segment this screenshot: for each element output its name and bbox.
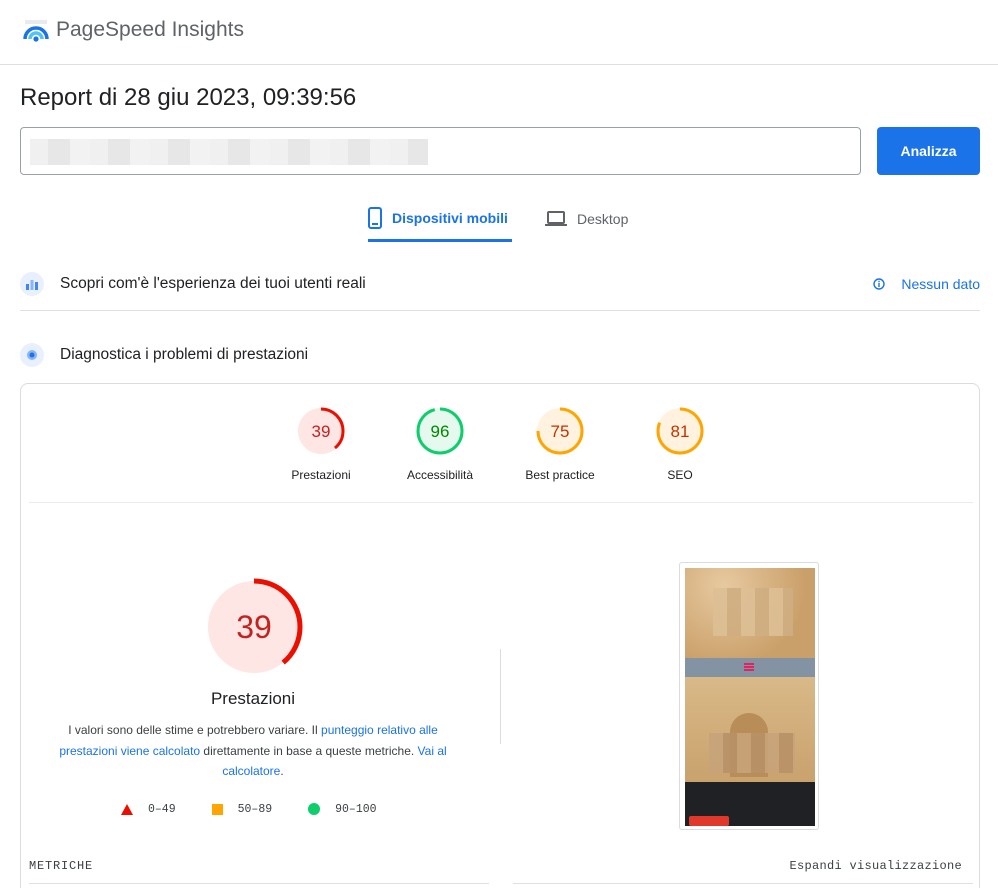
users-chart-icon <box>20 271 44 296</box>
screenshot-cookie-button <box>689 816 729 826</box>
legend-pass-label: 90–100 <box>335 802 377 816</box>
vertical-divider <box>500 649 501 744</box>
top-bar: PageSpeed Insights <box>0 0 998 65</box>
gauge-accessibility[interactable]: 96 Accessibilità <box>385 406 495 482</box>
no-data-link[interactable]: Nessun dato <box>873 276 980 292</box>
score-gauges: 39 Prestazioni 96 Accessibilità 75 Best … <box>29 384 973 503</box>
lighthouse-icon <box>20 343 44 367</box>
legend-fail: 0–49 <box>121 803 176 816</box>
square-icon <box>211 803 223 815</box>
desc-text-1: I valori sono delle stime e potrebbero v… <box>68 723 322 737</box>
gauge-score: 96 <box>431 422 450 441</box>
expand-view-toggle[interactable]: Espandi visualizzazione <box>789 859 962 873</box>
gauge-ring: 39 <box>297 407 345 455</box>
performance-big-score: 39 <box>236 609 272 645</box>
legend-average: 50–89 <box>211 802 273 816</box>
report-card: 39 Prestazioni 96 Accessibilità 75 Best … <box>20 383 980 888</box>
tab-mobile[interactable]: Dispositivi mobili <box>368 196 512 242</box>
score-legend: 0–49 50–89 90–100 <box>121 799 401 819</box>
legend-pass: 90–100 <box>308 802 377 816</box>
desc-text-3: . <box>280 764 284 778</box>
no-data-label: Nessun dato <box>901 275 980 292</box>
info-icon <box>873 277 886 290</box>
tab-desktop-label: Desktop <box>577 211 629 227</box>
performance-big-gauge: 39 <box>205 578 303 676</box>
gauge-best-practices[interactable]: 75 Best practice <box>505 406 615 482</box>
legend-fail-label: 0–49 <box>148 802 176 816</box>
gauge-label: Best practice <box>525 468 595 482</box>
gauge-performance[interactable]: 39 Prestazioni <box>266 406 376 482</box>
gauge-score: 81 <box>671 422 690 441</box>
gauge-score: 75 <box>551 422 570 441</box>
gauge-score: 39 <box>312 422 331 441</box>
analyze-button[interactable]: Analizza <box>877 127 980 175</box>
gauge-ring: 96 <box>416 407 464 455</box>
tab-desktop[interactable]: Desktop <box>545 196 655 242</box>
screenshot-redacted-area <box>709 733 795 773</box>
performance-title: Prestazioni <box>210 689 296 708</box>
laptop-icon <box>545 211 567 226</box>
metrics-heading: METRICHE <box>29 859 94 873</box>
metrics-divider <box>29 883 489 884</box>
diagnostics-section: Diagnostica i problemi di prestazioni <box>20 332 980 378</box>
app-title: PageSpeed Insights <box>56 18 244 41</box>
gauge-ring: 75 <box>536 407 584 455</box>
page-screenshot[interactable] <box>679 562 819 830</box>
tab-mobile-label: Dispositivi mobili <box>392 209 508 226</box>
gauge-label: SEO <box>667 468 693 482</box>
screenshot-redacted-area <box>713 588 793 636</box>
field-data-section: Scopri com'è l'esperienza dei tuoi utent… <box>20 257 980 311</box>
gauge-label: Accessibilità <box>406 468 474 482</box>
performance-description: I valori sono delle stime e potrebbero v… <box>51 720 455 782</box>
metrics-divider <box>513 883 973 884</box>
gauge-label: Prestazioni <box>291 468 351 482</box>
desc-text-2: direttamente in base a queste metriche. <box>200 743 418 758</box>
circle-icon <box>308 803 321 815</box>
hamburger-menu-icon <box>744 663 754 671</box>
legend-average-label: 50–89 <box>237 802 273 816</box>
screenshot-image <box>685 568 815 826</box>
redacted-url <box>30 139 428 165</box>
gauge-ring: 81 <box>656 407 704 455</box>
triangle-icon <box>121 803 133 815</box>
field-data-title: Scopri com'è l'esperienza dei tuoi utent… <box>60 274 366 292</box>
pagespeed-logo-icon[interactable] <box>22 17 50 45</box>
diagnostics-title: Diagnostica i problemi di prestazioni <box>60 346 309 363</box>
smartphone-icon <box>368 206 382 229</box>
report-title: Report di 28 giu 2023, 09:39:56 <box>20 84 357 111</box>
device-tabs: Dispositivi mobili Desktop <box>0 196 998 242</box>
gauge-seo[interactable]: 81 SEO <box>625 406 735 482</box>
